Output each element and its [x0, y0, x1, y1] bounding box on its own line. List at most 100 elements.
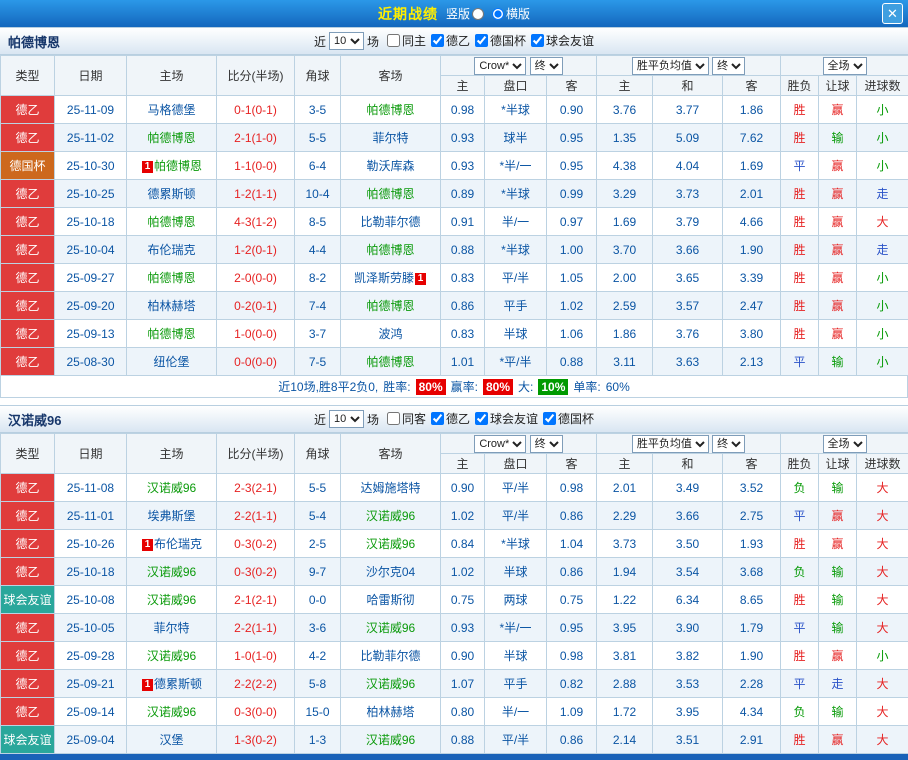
handicap-away-odds: 0.98: [547, 474, 597, 502]
league-type-cell: 德乙: [1, 320, 55, 348]
filter-list: 同主 德乙 德国杯 球会友谊: [382, 32, 594, 50]
avg-draw-odds: 3.66: [653, 236, 723, 264]
filter-checkbox-input[interactable]: [475, 412, 488, 425]
match-date: 25-11-09: [55, 96, 127, 124]
col-odds-line: 盘口: [485, 454, 547, 474]
away-team: 比勒菲尔德: [341, 642, 441, 670]
home-team-name: 汉诺威96: [147, 649, 196, 663]
win-rate-badge: 80%: [416, 379, 446, 395]
filter-checkbox[interactable]: 球会友谊: [470, 410, 538, 427]
filter-checkbox-input[interactable]: [531, 34, 544, 47]
avg-home-odds: 3.29: [597, 180, 653, 208]
away-team: 帕德博恩: [341, 180, 441, 208]
odds-selects-cell: Crow* 终: [441, 434, 597, 454]
league-type-cell: 德乙: [1, 502, 55, 530]
away-team: 柏林赫塔: [341, 698, 441, 726]
result-handicap: 赢: [819, 642, 857, 670]
home-team-name: 帕德博恩: [154, 159, 202, 173]
away-team-name: 勒沃库森: [366, 159, 414, 173]
match-date: 25-10-18: [55, 208, 127, 236]
corner-score: 8-2: [295, 264, 341, 292]
away-team-name: 汉诺威96: [366, 509, 415, 523]
handicap-home-odds: 1.01: [441, 348, 485, 376]
home-team-name: 帕德博恩: [147, 131, 195, 145]
result-goals: 大: [857, 698, 908, 726]
home-team-name: 菲尔特: [153, 621, 189, 635]
match-date: 25-10-05: [55, 614, 127, 642]
filter-checkbox[interactable]: 德乙: [426, 32, 470, 49]
filter-checkbox[interactable]: 同客: [382, 410, 426, 427]
col-odds-home: 主: [441, 76, 485, 96]
layout-radio-vertical-input[interactable]: [472, 8, 484, 20]
result-goals: 大: [857, 726, 908, 754]
scope-select[interactable]: 全场: [823, 435, 867, 453]
filter-checkbox-input[interactable]: [387, 34, 400, 47]
table-row: 德乙 25-11-01 埃弗斯堡 2-2(1-1) 5-4 汉诺威96 1.02…: [1, 502, 908, 530]
filter-checkbox-input[interactable]: [543, 412, 556, 425]
filter-label: 球会友谊: [546, 32, 594, 49]
score: 0-3(0-0): [217, 698, 295, 726]
score: 1-3(0-2): [217, 726, 295, 754]
handicap-line: *半/一: [485, 614, 547, 642]
near-count-select[interactable]: 10: [329, 410, 364, 428]
final-select[interactable]: 终: [712, 57, 745, 75]
cover-rate-label: 赢率:: [451, 378, 478, 395]
filter-checkbox[interactable]: 球会友谊: [526, 32, 594, 49]
score: 0-3(0-2): [217, 530, 295, 558]
filter-checkbox-input[interactable]: [431, 412, 444, 425]
layout-radio-horizontal[interactable]: 横版: [492, 5, 530, 22]
team-name: 帕德博恩: [8, 32, 60, 51]
filter-checkbox-input[interactable]: [431, 34, 444, 47]
col-avg-home: 主: [597, 454, 653, 474]
home-team: 埃弗斯堡: [127, 502, 217, 530]
filter-checkbox[interactable]: 德国杯: [538, 410, 594, 427]
col-score: 比分(半场): [217, 434, 295, 474]
avg-home-odds: 1.72: [597, 698, 653, 726]
layout-radio-vertical[interactable]: 竖版: [446, 5, 484, 22]
handicap-home-odds: 0.86: [441, 292, 485, 320]
avg-draw-odds: 3.54: [653, 558, 723, 586]
league-type-cell: 德乙: [1, 642, 55, 670]
filter-checkbox-input[interactable]: [387, 412, 400, 425]
avg-home-odds: 1.35: [597, 124, 653, 152]
avg-select[interactable]: 胜平负均值: [632, 57, 709, 75]
table-row: 德国杯 25-10-30 1帕德博恩 1-1(0-0) 6-4 勒沃库森 0.9…: [1, 152, 908, 180]
near-label: 近: [314, 411, 326, 428]
col-res-wdl: 胜负: [781, 76, 819, 96]
cover-rate-badge: 80%: [483, 379, 513, 395]
layout-radio-horizontal-input[interactable]: [492, 8, 504, 20]
company-select[interactable]: Crow*: [474, 435, 526, 453]
company-select[interactable]: Crow*: [474, 57, 526, 75]
filter-checkbox[interactable]: 德乙: [426, 410, 470, 427]
avg-draw-odds: 3.95: [653, 698, 723, 726]
col-away: 客场: [341, 434, 441, 474]
handicap-away-odds: 0.95: [547, 614, 597, 642]
filter-checkbox[interactable]: 同主: [382, 32, 426, 49]
result-goals: 小: [857, 642, 908, 670]
avg-select[interactable]: 胜平负均值: [632, 435, 709, 453]
avg-draw-odds: 3.90: [653, 614, 723, 642]
close-icon[interactable]: ✕: [882, 3, 903, 24]
avg-away-odds: 3.39: [723, 264, 781, 292]
table-row: 德乙 25-09-21 1德累斯顿 2-2(2-2) 5-8 汉诺威96 1.0…: [1, 670, 908, 698]
match-date: 25-09-14: [55, 698, 127, 726]
final-select[interactable]: 终: [530, 435, 563, 453]
final-select[interactable]: 终: [712, 435, 745, 453]
away-team: 帕德博恩: [341, 236, 441, 264]
result-handicap: 赢: [819, 502, 857, 530]
table-row: 球会友谊 25-10-08 汉诺威96 2-1(2-1) 0-0 哈雷斯彻 0.…: [1, 586, 908, 614]
matches-table-hannover: 类型 日期 主场 比分(半场) 角球 客场 Crow* 终 胜平负均值 终 全场…: [0, 433, 908, 754]
table-row: 德乙 25-10-05 菲尔特 2-2(1-1) 3-6 汉诺威96 0.93 …: [1, 614, 908, 642]
match-date: 25-10-04: [55, 236, 127, 264]
near-count-select[interactable]: 10: [329, 32, 364, 50]
handicap-away-odds: 0.95: [547, 124, 597, 152]
result-handicap: 输: [819, 586, 857, 614]
scope-select[interactable]: 全场: [823, 57, 867, 75]
col-home: 主场: [127, 434, 217, 474]
final-select[interactable]: 终: [530, 57, 563, 75]
home-team: 帕德博恩: [127, 264, 217, 292]
home-team: 汉诺威96: [127, 642, 217, 670]
filter-checkbox[interactable]: 德国杯: [470, 32, 526, 49]
result-goals: 大: [857, 614, 908, 642]
filter-checkbox-input[interactable]: [475, 34, 488, 47]
